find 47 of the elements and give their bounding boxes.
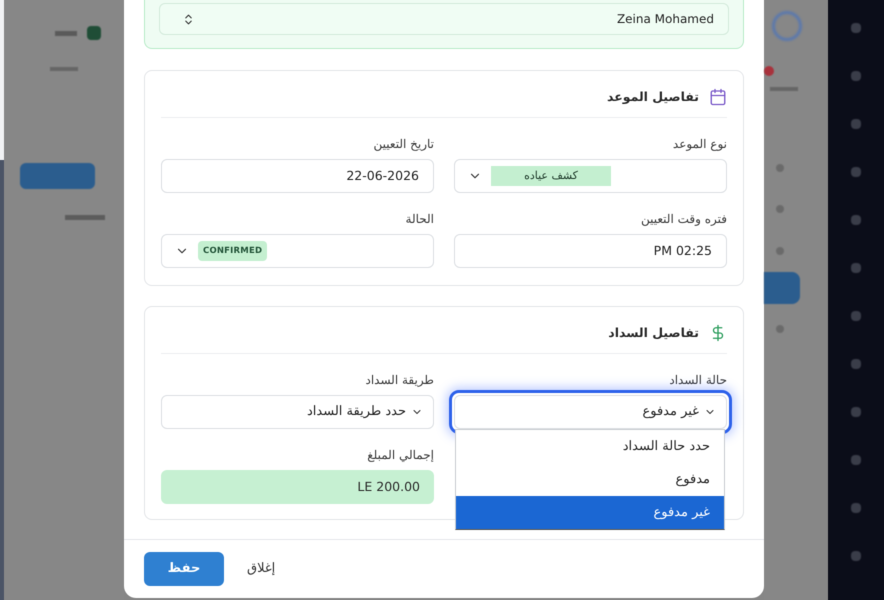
blurred-icon (851, 503, 861, 513)
select-field[interactable]: Zeina Mohamed (159, 3, 729, 35)
field-label: الحالة (404, 211, 434, 227)
type-tag: كشف عياده (491, 166, 611, 186)
section-title: تفاصيل السداد (608, 324, 699, 342)
close-link[interactable]: إغلاق (247, 559, 276, 579)
blurred-icon (851, 455, 861, 465)
field-label: تاريخ التعيين (372, 136, 434, 152)
select-field[interactable]: كشف عياده (454, 159, 727, 193)
blurred-icon (851, 263, 861, 273)
blurred-icon (851, 71, 861, 81)
status-tag: CONFIRMED (198, 241, 268, 261)
blurred-block (764, 272, 800, 304)
field-label: إجمالي المبلغ (366, 447, 434, 463)
blurred-icon (87, 26, 101, 40)
blurred-text (50, 67, 78, 71)
blurred-icon (851, 551, 861, 561)
blurred-icon (851, 215, 861, 225)
blurred-text (770, 87, 798, 91)
field-label: فتره وقت التعيين (640, 211, 727, 227)
blurred-icon (851, 23, 861, 33)
dropdown-option[interactable]: غير مدفوع (456, 496, 724, 529)
text-field[interactable]: 22-06-2026 (161, 159, 434, 193)
blurred-icon (851, 407, 861, 417)
blurred-icon (851, 359, 861, 369)
blurred-icon (851, 119, 861, 129)
blurred-icon (776, 205, 784, 213)
select-field[interactable]: غير مدفوع (449, 390, 732, 434)
blurred-text (65, 215, 105, 220)
field-label: طريقة السداد (364, 372, 434, 388)
save-button[interactable]: حفظ (144, 552, 224, 586)
blurred-icon (851, 311, 861, 321)
blurred-text (55, 30, 77, 36)
select-field[interactable]: حدد طريقة السداد (161, 395, 434, 429)
blurred-icon (851, 167, 861, 177)
blurred-icon (776, 325, 784, 333)
section-title: تفاصيل الموعد (606, 88, 699, 106)
field-label: حالة السداد (668, 372, 727, 388)
blurred-icon (776, 164, 784, 172)
blurred-icon (776, 247, 784, 255)
amount-field[interactable]: LE 200.00 (161, 470, 434, 504)
text-field[interactable]: PM 02:25 (454, 234, 727, 268)
blurred-icon (764, 66, 774, 76)
field-label: نوع الموعد (672, 136, 727, 152)
blurred-logo (772, 11, 802, 41)
calendar-icon (709, 88, 727, 106)
select-field[interactable]: CONFIRMED (161, 234, 434, 268)
